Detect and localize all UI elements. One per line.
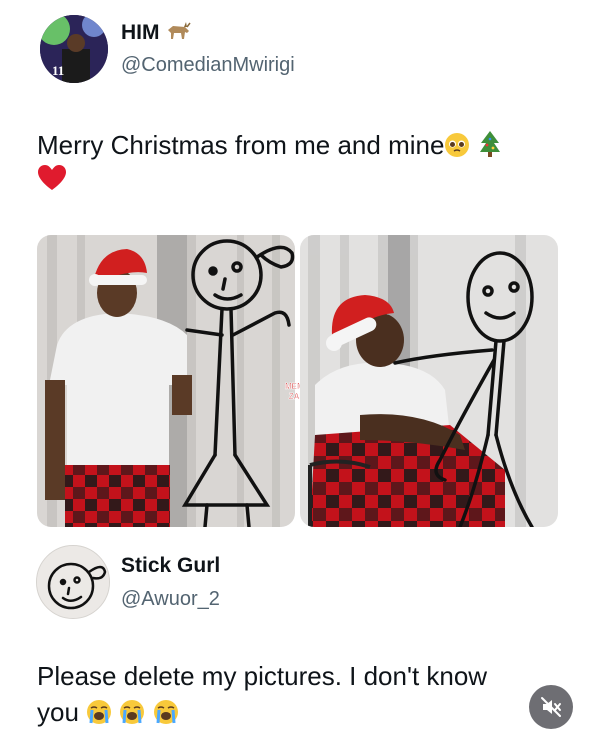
tweet-text-line1: Please delete my pictures. I don't know xyxy=(37,661,488,691)
loudly-crying-face-emoji xyxy=(120,700,145,724)
tweet-stick-gurl: Stick Gurl @Awuor_2 Please delete my pic… xyxy=(0,545,591,750)
red-heart-emoji xyxy=(38,165,66,190)
avatar-stick-gurl[interactable] xyxy=(36,545,110,619)
avatar-him[interactable]: 11 xyxy=(40,15,108,83)
goat-emoji xyxy=(168,22,191,39)
tweet-text: Merry Christmas from me and mine xyxy=(37,128,502,162)
handle[interactable]: @Awuor_2 xyxy=(121,588,220,611)
display-name[interactable]: HIM xyxy=(121,20,191,45)
handle[interactable]: @ComedianMwirigi xyxy=(121,54,295,77)
mute-icon xyxy=(541,697,561,717)
photo-right[interactable] xyxy=(300,235,558,527)
tweet-him: 11 HIM @ComedianMwirigi Merry Christmas … xyxy=(0,0,591,545)
loudly-crying-face-emoji xyxy=(153,700,178,724)
tweet-text-heart xyxy=(37,162,67,196)
mute-button[interactable] xyxy=(529,685,573,729)
svg-text:11: 11 xyxy=(52,63,64,78)
christmas-tree-emoji xyxy=(480,131,501,157)
photo-left[interactable] xyxy=(37,235,295,527)
tweet-text-line2: you xyxy=(37,695,179,729)
loudly-crying-face-emoji xyxy=(87,700,112,724)
pleading-face-emoji xyxy=(445,133,470,157)
display-name[interactable]: Stick Gurl xyxy=(121,554,220,578)
